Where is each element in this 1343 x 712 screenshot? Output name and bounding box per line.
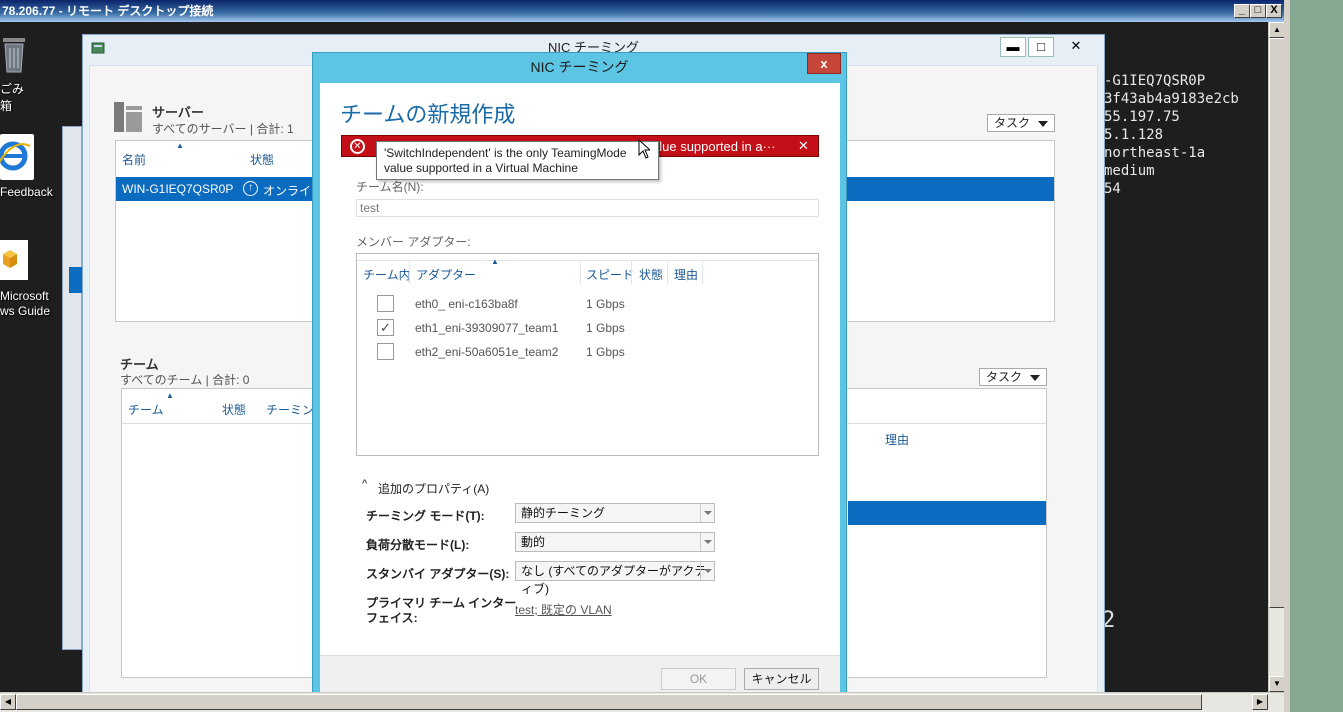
chevron-down-icon	[1038, 121, 1048, 127]
task-label: タスク	[986, 370, 1023, 384]
vertical-scroll-thumb[interactable]	[1269, 38, 1285, 608]
adapter-checkbox-eth1[interactable]: ✓	[377, 319, 394, 336]
new-team-dialog: NIC チーミング x チームの新規作成 ✕ alue supported in…	[312, 52, 847, 712]
window-maximize-button[interactable]: □	[1028, 37, 1054, 57]
error-text: alue supported in a···	[652, 139, 776, 154]
sort-up-icon: ▲	[491, 257, 499, 266]
col-adapter-reason[interactable]: 理由	[674, 266, 698, 283]
scroll-down-icon[interactable]: ▼	[1269, 676, 1285, 692]
servers-task-button[interactable]: タスク	[987, 114, 1055, 132]
adapter-checkbox-eth0[interactable]	[377, 295, 394, 312]
chevron-up-icon[interactable]: ^	[362, 478, 367, 490]
col-in-team[interactable]: チーム内	[363, 266, 411, 283]
col-adapter-status[interactable]: 状態	[639, 266, 663, 283]
col-reason[interactable]: 理由	[885, 431, 909, 448]
mouse-cursor-icon	[638, 138, 652, 162]
adapter-speed-eth1: 1 Gbps	[586, 321, 625, 335]
servers-subtitle: すべてのサーバー | 合計: 1	[152, 122, 294, 136]
server-icon	[114, 102, 142, 132]
online-arrow-icon: ↑	[243, 181, 258, 196]
scroll-left-icon[interactable]: ◀	[0, 694, 16, 710]
col-name[interactable]: 名前	[122, 151, 146, 168]
teaming-mode-value: 静的チーミング	[521, 506, 606, 520]
standby-adapter-select[interactable]: なし (すべてのアダプターがアクティブ)	[515, 561, 715, 596]
rdp-frame-edge	[1284, 0, 1290, 712]
ie-icon[interactable]	[0, 134, 34, 180]
teaming-mode-select[interactable]: 静的チーミング	[515, 503, 715, 523]
minimize-button[interactable]: _	[1234, 4, 1250, 18]
teams-task-button[interactable]: タスク	[979, 368, 1047, 386]
adapter-speed-eth0: 1 Gbps	[586, 297, 625, 311]
standby-adapter-value: なし (すべてのアダプターがアクティブ)	[521, 564, 707, 596]
additional-properties-toggle[interactable]: 追加のプロパティ(A)	[378, 480, 489, 497]
close-button[interactable]: X	[1266, 4, 1282, 18]
chevron-down-icon	[700, 504, 714, 522]
member-adapters-label: メンバー アダプター:	[356, 235, 471, 249]
window-close-button[interactable]: ✕	[1056, 37, 1096, 57]
ok-button[interactable]: OK	[661, 668, 736, 690]
horizontal-scrollbar[interactable]: ◀ ▶	[0, 692, 1286, 712]
tooltip-line-2: value supported in a Virtual Machine	[384, 161, 578, 175]
adapter-row-selected[interactable]	[848, 501, 1046, 525]
adapter-name-eth2: eth2_eni-50a6051e_team2	[415, 345, 559, 359]
teams-subtitle: すべてのチーム | 合計: 0	[120, 373, 250, 387]
scroll-up-icon[interactable]: ▲	[1269, 22, 1285, 38]
chevron-down-icon	[700, 562, 714, 580]
adapter-checkbox-eth2[interactable]	[377, 343, 394, 360]
dialog-client: チームの新規作成 ✕ alue supported in a··· ✕ 'Swi…	[320, 83, 840, 712]
package-icon[interactable]	[0, 240, 28, 280]
background-window-edge	[62, 126, 83, 650]
sort-up-icon: ▲	[166, 391, 174, 400]
scroll-right-icon[interactable]: ▶	[1252, 694, 1268, 710]
error-tooltip: 'SwitchIndependent' is the only TeamingM…	[376, 141, 659, 180]
team-name-input[interactable]: test	[356, 199, 819, 217]
server-name: WIN-G1IEQ7QSR0P	[122, 182, 234, 196]
primary-interface-link[interactable]: test; 既定の VLAN	[515, 601, 612, 618]
load-balancing-select[interactable]: 動的	[515, 532, 715, 552]
rdp-title: 78.206.77 - リモート デスクトップ接続	[2, 4, 214, 18]
cancel-button[interactable]: キャンセル	[744, 668, 819, 690]
col-adapter[interactable]: アダプター	[416, 266, 476, 283]
chevron-down-icon	[1030, 375, 1040, 381]
rdp-titlebar: 78.206.77 - リモート デスクトップ接続	[0, 0, 1290, 22]
team-name-label: チーム名(N):	[356, 180, 424, 194]
recycle-bin-label: ごみ箱	[0, 82, 25, 113]
standby-adapter-label: スタンバイ アダプター(S):	[366, 567, 510, 581]
sort-up-icon: ▲	[176, 141, 184, 150]
task-label: タスク	[994, 116, 1031, 130]
adapter-speed-eth2: 1 Gbps	[586, 345, 625, 359]
feedback-label: Feedback	[0, 185, 53, 199]
adapter-name-eth0: eth0_ eni-c163ba8f	[415, 297, 518, 311]
window-minimize-button[interactable]: ▬	[1000, 37, 1026, 57]
servers-title: サーバー	[152, 105, 204, 120]
horizontal-scroll-thumb[interactable]	[16, 694, 1202, 710]
recycle-bin-icon[interactable]	[0, 32, 28, 76]
maximize-button[interactable]: □	[1250, 4, 1266, 18]
load-balancing-value: 動的	[521, 535, 546, 549]
bginfo-text: -G1IEQ7QSR0P 3f43ab4a9183e2cb 55.197.75 …	[1104, 73, 1239, 197]
error-icon: ✕	[350, 139, 365, 154]
member-adapters-list: チーム内 アダプター ▲ スピード 状態 理由 eth0_ eni-c163ba…	[356, 253, 819, 456]
tooltip-line-1: 'SwitchIndependent' is the only TeamingM…	[384, 146, 627, 160]
dialog-title: NIC チーミング	[530, 59, 629, 75]
error-close-icon[interactable]: ✕	[798, 138, 809, 154]
chevron-down-icon	[700, 533, 714, 551]
col-team[interactable]: チーム	[128, 401, 164, 418]
primary-interface-label-2: フェイス:	[366, 611, 418, 625]
adapter-name-eth1: eth1_eni-39309077_team1	[415, 321, 559, 335]
load-balancing-label: 負荷分散モード(L):	[366, 538, 470, 552]
teaming-mode-label: チーミング モード(T):	[366, 509, 485, 523]
dialog-heading: チームの新規作成	[340, 102, 516, 127]
guide-label: Microsoft ws Guide	[0, 289, 51, 318]
col-status[interactable]: 状態	[250, 151, 274, 168]
col-speed[interactable]: スピード	[586, 266, 634, 283]
col-team-status[interactable]: 状態	[222, 401, 246, 418]
dialog-close-button[interactable]: x	[807, 53, 841, 74]
